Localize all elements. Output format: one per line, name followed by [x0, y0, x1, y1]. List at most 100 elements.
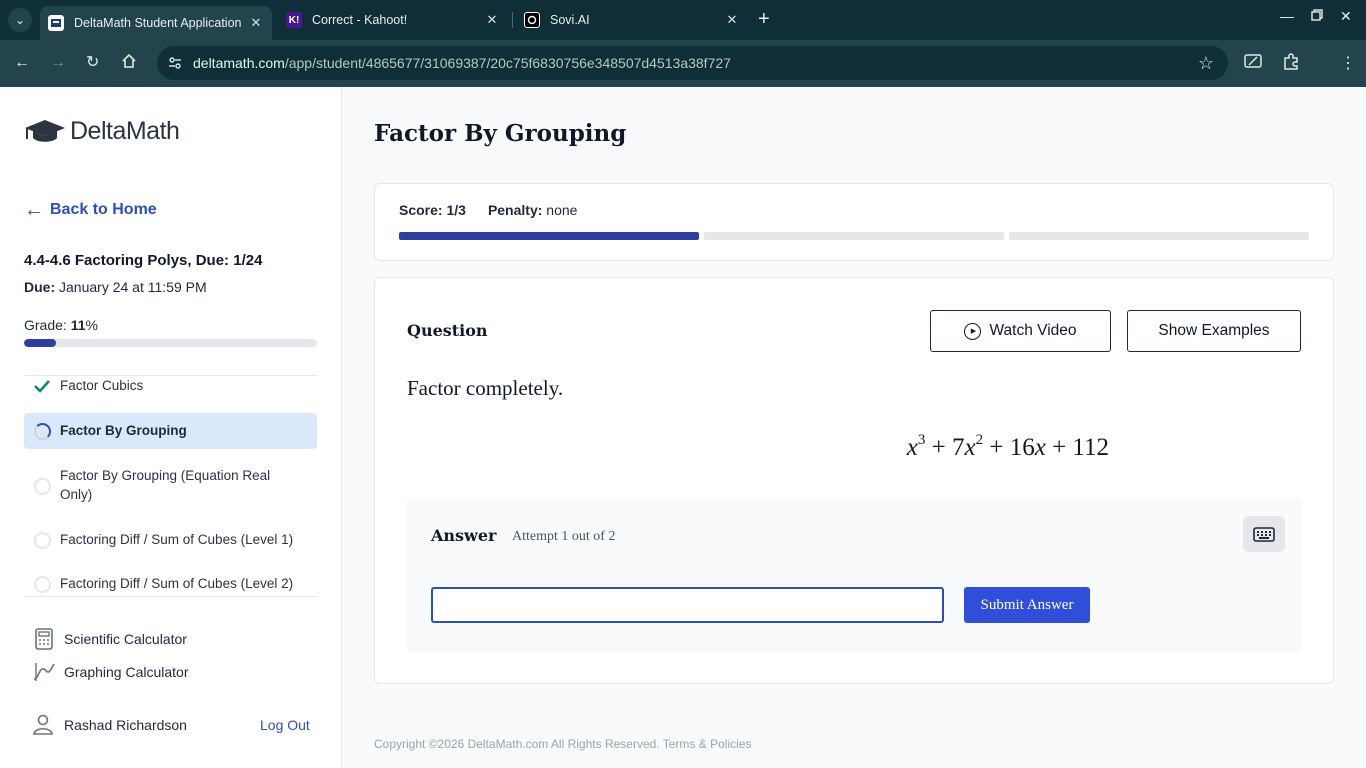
penalty-value: none — [542, 202, 578, 218]
back-to-home-label: Back to Home — [50, 201, 157, 218]
grade-value: 11 — [70, 317, 86, 333]
browser-tabstrip: ⌄ DeltaMath Student Application ✕ K! Cor… — [0, 0, 1366, 40]
scientific-calculator-link[interactable]: Scientific Calculator — [32, 627, 187, 651]
show-examples-button[interactable]: Show Examples — [1127, 310, 1301, 352]
expr-term: + 112 — [1045, 434, 1109, 461]
grade-label: Grade: — [24, 317, 71, 333]
answer-input[interactable] — [431, 587, 944, 623]
question-label: Question — [407, 321, 488, 340]
question-prompt: Factor completely. — [407, 376, 564, 400]
restore-icon[interactable] — [1311, 8, 1323, 24]
problem-label: Factoring Diff / Sum of Cubes (Level 2) — [60, 576, 294, 591]
sidebar: DeltaMath ← Back to Home 4.4-4.6 Factori… — [0, 87, 342, 768]
minimize-icon[interactable]: — — [1280, 8, 1294, 24]
grade-suffix: % — [85, 317, 98, 333]
question-expression: x3 + 7x2 + 16x + 112 — [375, 432, 1109, 462]
problem-label: Factor Cubics — [60, 378, 144, 393]
expr-var: x — [964, 434, 976, 461]
problem-item-factor-cubics[interactable]: Factor Cubics — [24, 376, 317, 398]
tab-title: Correct - Kahoot! — [312, 13, 408, 27]
url-path: /app/student/4865677/31069387/20c75f6830… — [284, 55, 731, 71]
score-line: Score: 1/3 Penalty: none — [399, 202, 577, 218]
checkmark-icon — [32, 376, 52, 396]
sovi-favicon — [524, 12, 540, 28]
log-out-link[interactable]: Log Out — [260, 717, 310, 733]
score-card: Score: 1/3 Penalty: none — [374, 183, 1334, 261]
due-value: January 24 at 11:59 PM — [55, 279, 207, 295]
reading-mode-icon[interactable] — [1244, 53, 1262, 74]
browser-toolbar: ← → ↻ deltamath.com/app/student/4865677/… — [0, 40, 1366, 87]
deltamath-logo[interactable]: DeltaMath — [24, 117, 180, 146]
grade-progress-fill — [24, 339, 57, 347]
assignment-title: 4.4-4.6 Factoring Polys, Due: 1/24 — [24, 252, 263, 269]
expr-term: + 7 — [925, 434, 965, 461]
problem-label: Factor By Grouping (Equation Real Only) — [60, 468, 271, 502]
new-tab-icon[interactable]: + — [758, 9, 770, 29]
play-icon: ▶ — [964, 322, 982, 340]
progress-ring-icon — [32, 421, 52, 441]
graphing-calculator-link[interactable]: Graphing Calculator — [32, 660, 189, 684]
tab-title: DeltaMath Student Application — [74, 16, 242, 30]
browser-menu-icon[interactable]: ⋮ — [1340, 53, 1356, 73]
problem-list: Factor Cubics Factor By Grouping Factor … — [24, 375, 317, 597]
progress-segment — [399, 232, 699, 240]
math-keyboard-button[interactable] — [1243, 516, 1285, 552]
tab-search-button[interactable]: ⌄ — [8, 8, 32, 32]
problem-item-diff-sum-cubes-2[interactable]: Factoring Diff / Sum of Cubes (Level 2) — [24, 574, 317, 596]
graph-icon — [32, 660, 56, 684]
watch-video-label: Watch Video — [989, 322, 1077, 339]
expr-term: + 16 — [983, 434, 1035, 461]
problem-label: Factoring Diff / Sum of Cubes (Level 1) — [60, 532, 294, 547]
watch-video-button[interactable]: ▶ Watch Video — [930, 310, 1111, 352]
reload-icon[interactable]: ↻ — [86, 53, 99, 73]
tab-kahoot[interactable]: K! Correct - Kahoot! ✕ — [278, 6, 508, 34]
question-card: Question ▶ Watch Video Show Examples Fac… — [374, 277, 1334, 684]
problem-item-factor-by-grouping-equation[interactable]: Factor By Grouping (Equation Real Only) — [24, 466, 317, 506]
main-content: Factor By Grouping Score: 1/3 Penalty: no… — [342, 87, 1366, 768]
extensions-icon[interactable] — [1282, 53, 1300, 76]
terms-link[interactable]: Terms & Policies — [663, 737, 752, 751]
problem-label: Factor By Grouping — [60, 423, 187, 438]
user-name: Rashad Richardson — [64, 717, 187, 733]
keyboard-icon — [1253, 526, 1275, 542]
due-date: Due: January 24 at 11:59 PM — [24, 279, 207, 295]
close-tab-icon[interactable]: ✕ — [484, 12, 500, 28]
tab-title: Sovi.AI — [550, 13, 590, 27]
expr-var: x — [906, 434, 918, 461]
grade-progress-bar — [24, 339, 317, 347]
progress-segment — [704, 232, 1004, 240]
score-label: Score: — [399, 202, 443, 218]
expr-exponent: 2 — [975, 432, 984, 448]
score-value: 1/3 — [442, 202, 466, 218]
url-host: deltamath.com — [193, 55, 285, 71]
forward-arrow-icon[interactable]: → — [50, 53, 66, 73]
back-arrow-icon[interactable]: ← — [14, 53, 30, 73]
copyright-text: Copyright ©2026 DeltaMath.com All Rights… — [374, 737, 663, 751]
logo-text: DeltaMath — [70, 117, 180, 145]
submit-answer-button[interactable]: Submit Answer — [964, 587, 1090, 623]
expr-var: x — [1034, 434, 1046, 461]
penalty-label: Penalty: — [487, 202, 543, 218]
problem-item-diff-sum-cubes-1[interactable]: Factoring Diff / Sum of Cubes (Level 1) — [24, 530, 317, 552]
empty-ring-icon — [32, 574, 52, 594]
site-settings-icon[interactable] — [167, 55, 183, 71]
close-window-icon[interactable]: ✕ — [1340, 8, 1352, 25]
answer-panel: Answer Attempt 1 out of 2 Submit Answer — [407, 498, 1302, 652]
back-to-home-link[interactable]: ← Back to Home — [24, 200, 157, 220]
empty-ring-icon — [32, 476, 52, 496]
user-profile: Rashad Richardson — [32, 713, 187, 737]
due-label: Due: — [24, 279, 56, 295]
tab-sovi[interactable]: Sovi.AI ✕ — [516, 6, 748, 34]
bookmark-star-icon[interactable]: ☆ — [1198, 53, 1214, 74]
kahoot-favicon: K! — [286, 12, 302, 28]
close-tab-icon[interactable]: ✕ — [248, 15, 264, 31]
close-tab-icon[interactable]: ✕ — [724, 12, 740, 28]
answer-label: Answer — [431, 526, 497, 545]
problem-item-factor-by-grouping[interactable]: Factor By Grouping — [24, 413, 317, 449]
tab-deltamath[interactable]: DeltaMath Student Application ✕ — [40, 6, 272, 40]
attempt-counter: Attempt 1 out of 2 — [512, 529, 616, 544]
empty-ring-icon — [32, 530, 52, 550]
address-bar[interactable]: deltamath.com/app/student/4865677/310693… — [157, 46, 1228, 80]
page-title: Factor By Grouping — [374, 120, 627, 147]
home-icon[interactable] — [121, 53, 137, 75]
